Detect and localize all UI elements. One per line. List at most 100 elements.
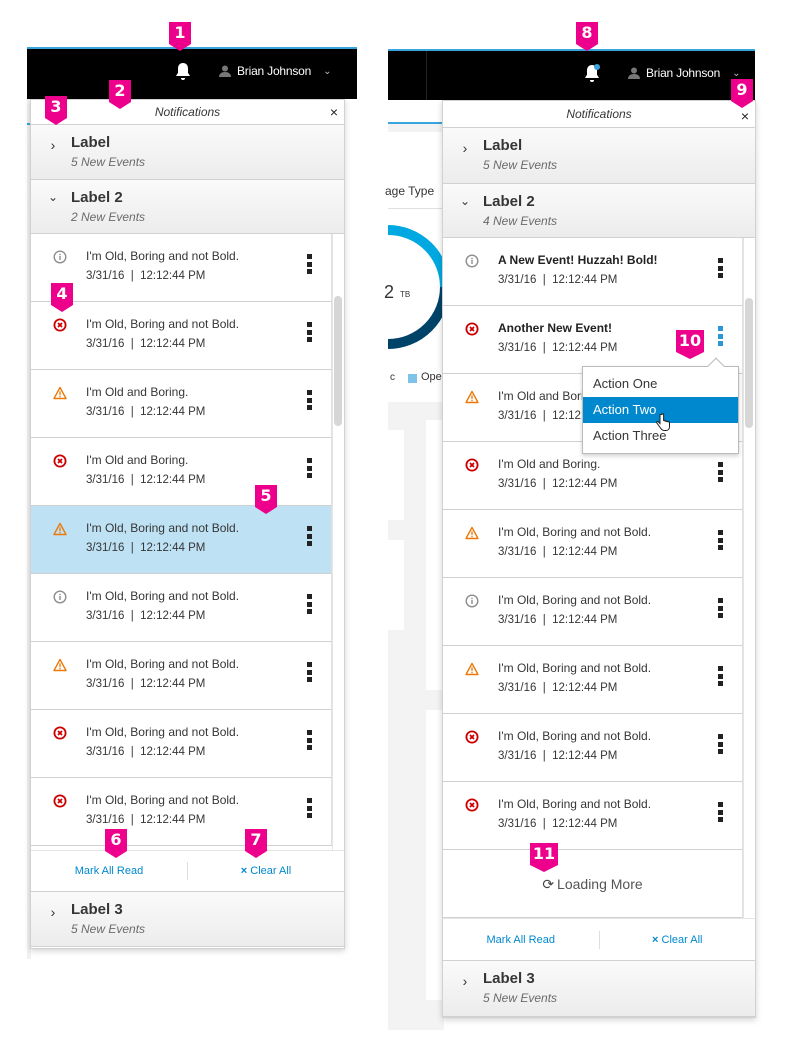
notification-message: I'm Old, Boring and not Bold. [86,793,240,807]
background-panel [388,540,404,630]
error-icon [53,454,67,468]
mark-all-read-button[interactable]: Mark All Read [31,865,187,877]
error-icon [53,318,67,332]
notification-drawer-left: Notifications × › Label 5 New Events ⌄ L… [30,99,345,949]
mark-all-read-button[interactable]: Mark All Read [443,934,599,946]
error-icon [465,322,479,336]
group-header-label[interactable]: › Label 5 New Events [31,125,344,180]
error-icon [53,726,67,740]
notifications-bell-icon[interactable] [584,64,600,84]
chevron-right-icon: › [462,140,468,156]
menu-item-action-one[interactable]: Action One [583,371,738,397]
kebab-menu-icon[interactable] [307,322,313,342]
kebab-menu-icon[interactable] [718,666,724,686]
notification-item[interactable]: A New Event! Huzzah! Bold! 3/31/16 | 12:1… [443,238,743,306]
chevron-right-icon: › [50,137,56,153]
notification-item[interactable]: I'm Old, Boring and not Bold. 3/31/16 | 1… [443,578,743,646]
kebab-menu-icon[interactable] [718,258,724,278]
loading-more-label: Loading More [557,876,643,892]
kebab-menu-icon[interactable] [718,530,724,550]
group-header-label[interactable]: › Label 5 New Events [443,128,755,184]
masthead-left: Brian Johnson ⌄ [27,47,357,99]
close-icon[interactable]: × [330,100,338,125]
notification-item[interactable]: I'm Old, Boring and not Bold. 3/31/16 | 1… [31,302,332,370]
notification-list: I'm Old, Boring and not Bold. 3/31/16 | 1… [31,234,344,850]
notification-item[interactable]: I'm Old, Boring and not Bold. 3/31/16 | 1… [31,642,332,710]
notification-item[interactable]: I'm Old, Boring and not Bold. 3/31/16 | 1… [31,574,332,642]
notification-item[interactable]: I'm Old, Boring and not Bold. 3/31/16 | 1… [443,510,743,578]
kebab-menu-icon[interactable] [718,734,724,754]
drawer-title-text: Notifications [566,107,632,121]
legend-label: Ope [421,371,442,383]
clear-all-button[interactable]: × Clear All [188,865,344,877]
scrollbar[interactable] [743,238,755,918]
clear-all-button[interactable]: × Clear All [600,934,756,946]
clear-all-label: Clear All [661,933,703,946]
notification-item[interactable]: I'm Old, Boring and not Bold. 3/31/16 | 1… [31,234,332,302]
notification-message: I'm Old and Boring. [86,453,189,467]
background-chart-card: age Type 2 TB c Ope [384,132,448,402]
kebab-menu-icon[interactable] [307,662,313,682]
notification-item[interactable]: I'm Old, Boring and not Bold. 3/31/16 | 1… [443,782,743,850]
notification-item[interactable]: I'm Old and Boring. 3/31/16 | 12:12:44 PM [31,438,332,506]
notification-timestamp: 3/31/16 | 12:12:44 PM [86,814,206,826]
kebab-menu-icon[interactable] [307,458,313,478]
notification-item[interactable]: I'm Old, Boring and not Bold. 3/31/16 | 1… [31,710,332,778]
masthead-right: Brian Johnson ⌄ [388,49,755,101]
warning-icon [465,526,479,540]
kebab-menu-icon[interactable] [307,390,313,410]
group-header-label-2[interactable]: ⌄ Label 2 2 New Events [31,180,344,234]
clear-icon: × [240,865,248,877]
callout-6: 6 [105,829,127,858]
callout-1: 1 [169,22,191,51]
group-title: Label [483,137,523,154]
scrollbar-thumb[interactable] [745,298,753,428]
notification-item[interactable]: I'm Old, Boring and not Bold. 3/31/16 | 1… [443,714,743,782]
callout-8: 8 [576,22,598,51]
info-icon [53,590,67,604]
group-header-label-3[interactable]: › Label 3 5 New Events [443,961,755,1017]
notification-item[interactable]: I'm Old, Boring and not Bold. 3/31/16 | 1… [31,778,332,846]
warning-icon [53,522,67,536]
user-menu[interactable]: Brian Johnson ⌄ [219,64,332,78]
kebab-menu-icon[interactable] [307,798,313,818]
group-title: Label [71,134,111,151]
kebab-menu-icon[interactable] [307,526,313,546]
notification-message: Another New Event! [498,321,613,335]
kebab-menu-icon[interactable] [718,598,724,618]
kebab-menu-icon[interactable] [718,326,724,346]
group-header-label-2[interactable]: ⌄ Label 2 4 New Events [443,184,755,238]
kebab-menu-icon[interactable] [307,594,313,614]
notification-timestamp: 3/31/16 | 12:12:44 PM [498,546,618,558]
kebab-menu-icon[interactable] [718,802,724,822]
notification-message: I'm Old, Boring and not Bold. [498,661,652,675]
kebab-action-menu: Action One Action Two Action Three [582,357,739,454]
info-icon [465,594,479,608]
notification-message: I'm Old, Boring and not Bold. [498,525,652,539]
notification-message: I'm Old, Boring and not Bold. [86,317,240,331]
refresh-icon: ⟳ [542,876,555,892]
kebab-menu-icon[interactable] [718,462,724,482]
legend-fragment-left: c [390,372,395,383]
callout-5: 5 [255,485,277,514]
kebab-menu-icon[interactable] [307,730,313,750]
chevron-right-icon: › [462,973,468,989]
notification-drawer-right: Notifications × › Label 5 New Events ⌄ L… [442,100,756,1018]
notification-item[interactable]: I'm Old, Boring and not Bold. 3/31/16 | 1… [443,646,743,714]
group-subtitle: 5 New Events [483,991,558,1005]
callout-9: 9 [731,79,753,108]
notification-timestamp: 3/31/16 | 12:12:44 PM [86,542,206,554]
group-title: Label 3 [71,901,123,918]
clear-all-label: Clear All [250,865,292,877]
notification-item[interactable]: I'm Old and Boring. 3/31/16 | 12:12:44 PM [31,370,332,438]
group-subtitle: 5 New Events [71,922,146,936]
notification-timestamp: 3/31/16 | 12:12:44 PM [498,614,618,626]
user-name: Brian Johnson [646,66,721,80]
kebab-menu-icon[interactable] [307,254,313,274]
notifications-bell-icon[interactable] [175,62,191,82]
notification-item[interactable]: I'm Old, Boring and not Bold. 3/31/16 | 1… [31,506,332,574]
user-menu[interactable]: Brian Johnson ⌄ [628,66,741,80]
group-header-label-3[interactable]: › Label 3 5 New Events [31,892,344,947]
loading-more-indicator: ⟳ Loading More [443,850,743,918]
notification-message: I'm Old, Boring and not Bold. [86,657,240,671]
